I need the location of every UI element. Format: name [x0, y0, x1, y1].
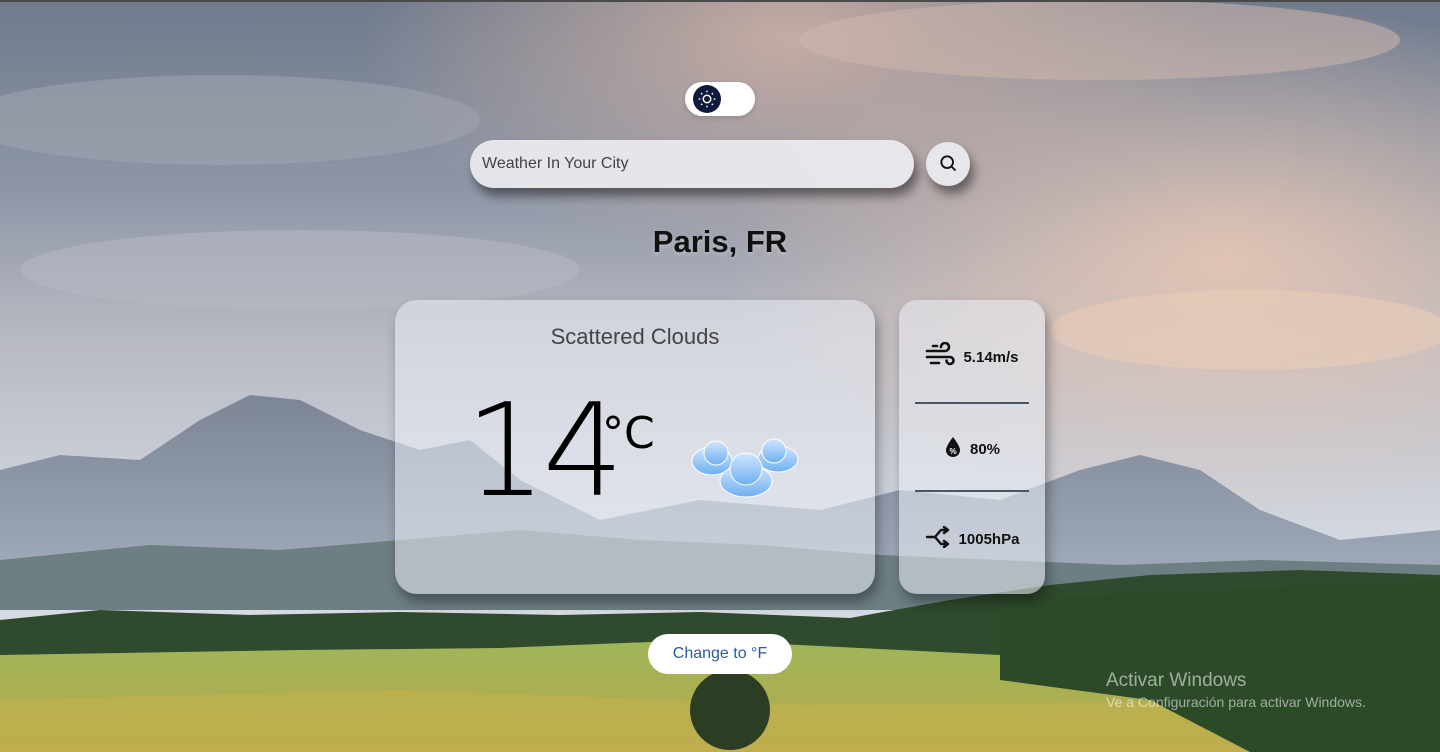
humidity-icon: % — [944, 436, 962, 463]
search-button[interactable] — [926, 142, 970, 186]
wind-value: 5.14m/s — [963, 349, 1019, 366]
windows-activation-watermark: Activar Windows Ve a Configuración para … — [1106, 670, 1366, 710]
humidity-stat: % 80% — [899, 436, 1045, 463]
pressure-value: 1005hPa — [958, 531, 1020, 548]
watermark-subtitle: Ve a Configuración para activar Windows. — [1106, 694, 1366, 710]
svg-text:%: % — [949, 447, 956, 456]
weather-details-card: 5.14m/s % 80% 1005hPa — [899, 300, 1045, 594]
change-unit-button[interactable]: Change to °F — [648, 634, 792, 674]
city-name: Paris, FR — [652, 224, 788, 259]
pressure-stat: 1005hPa — [899, 525, 1045, 553]
search-input[interactable] — [470, 140, 914, 188]
temperature-value: 14 — [465, 377, 624, 526]
temperature-unit: °C — [602, 408, 655, 459]
humidity-value: 80% — [969, 441, 1001, 458]
search-icon — [938, 153, 958, 176]
weather-card: Scattered Clouds 14 °C — [395, 300, 875, 594]
weather-description: Scattered Clouds — [550, 324, 720, 349]
wind-stat: 5.14m/s — [899, 341, 1045, 373]
sun-icon — [693, 85, 721, 113]
divider — [915, 490, 1029, 492]
pressure-icon — [925, 525, 951, 553]
window-top-border — [0, 0, 1440, 2]
watermark-title: Activar Windows — [1106, 670, 1247, 691]
clouds-icon — [690, 435, 802, 503]
wind-icon — [925, 341, 956, 373]
divider — [915, 402, 1029, 404]
theme-toggle[interactable] — [685, 82, 755, 116]
